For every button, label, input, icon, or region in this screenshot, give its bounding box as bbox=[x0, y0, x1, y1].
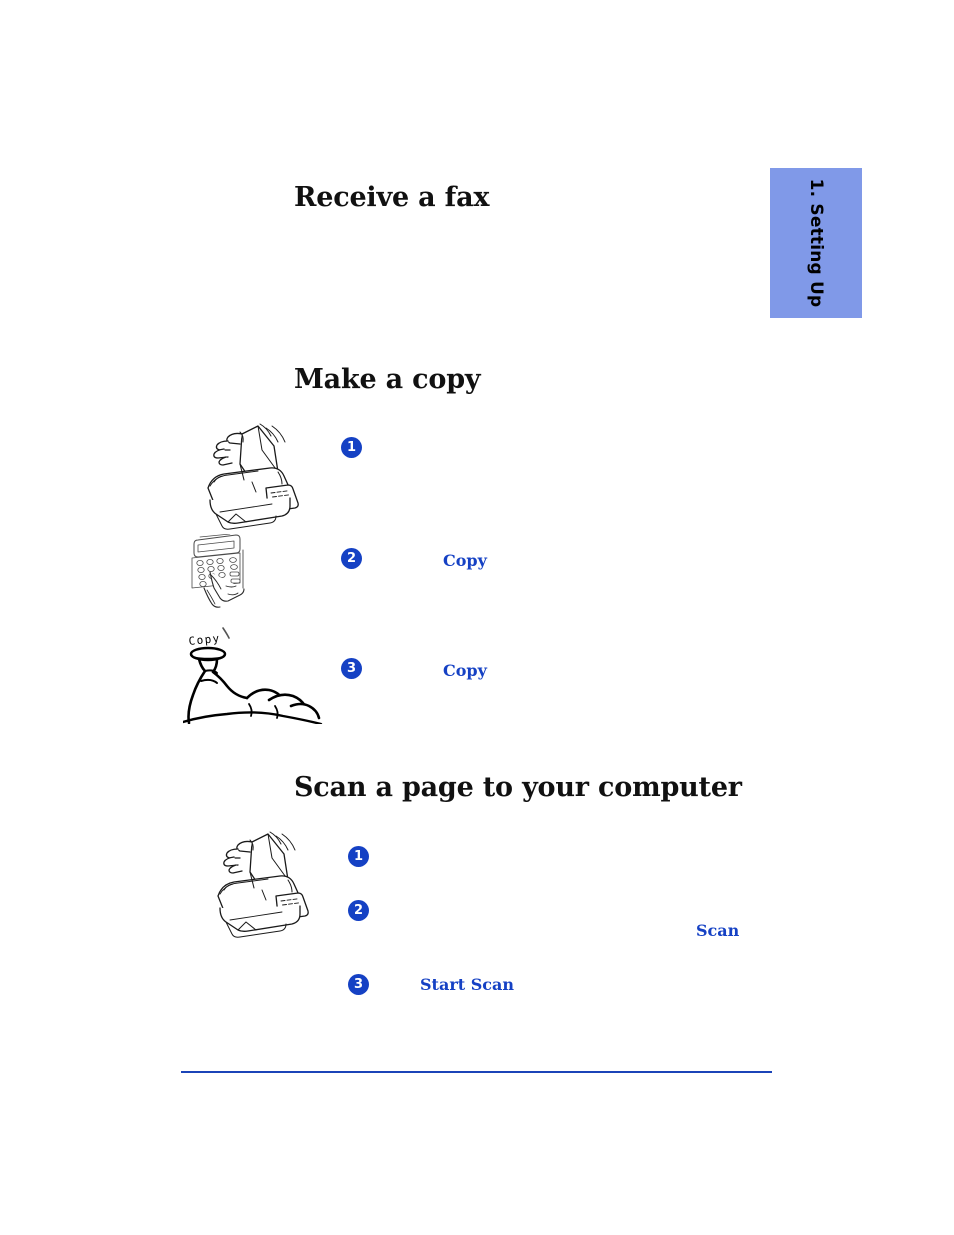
side-tab-setting-up[interactable]: 1. Setting Up bbox=[770, 168, 862, 318]
ui-label-scan-step3: Start Scan bbox=[420, 975, 514, 994]
step-badge-copy-2: 2 bbox=[341, 548, 362, 569]
manual-page: 1. Setting Up Receive a fax Make a copy bbox=[0, 0, 954, 1235]
step-badge-scan-2: 2 bbox=[348, 900, 369, 921]
ui-label-scan-step2: Scan bbox=[696, 921, 740, 940]
step-badge-scan-1: 1 bbox=[348, 846, 369, 867]
step-badge-copy-1: 1 bbox=[341, 437, 362, 458]
printer-load-document-illustration-scan bbox=[201, 824, 323, 942]
ui-label-copy-step3: Copy bbox=[443, 661, 487, 680]
footer-rule bbox=[181, 1071, 772, 1073]
finger-press-copy-button-illustration: Copy bbox=[183, 626, 323, 724]
step-badge-copy-3: 3 bbox=[341, 658, 362, 679]
heading-make-a-copy: Make a copy bbox=[294, 364, 481, 396]
printer-load-document-illustration bbox=[196, 416, 308, 534]
ui-label-copy-step2: Copy bbox=[443, 551, 487, 570]
heading-scan-a-page-to-your-computer: Scan a page to your computer bbox=[294, 772, 742, 804]
side-tab-label: 1. Setting Up bbox=[806, 178, 826, 308]
heading-receive-a-fax: Receive a fax bbox=[294, 182, 490, 214]
step-badge-scan-3: 3 bbox=[348, 974, 369, 995]
svg-text:Copy: Copy bbox=[188, 632, 221, 648]
control-panel-illustration bbox=[190, 534, 270, 612]
